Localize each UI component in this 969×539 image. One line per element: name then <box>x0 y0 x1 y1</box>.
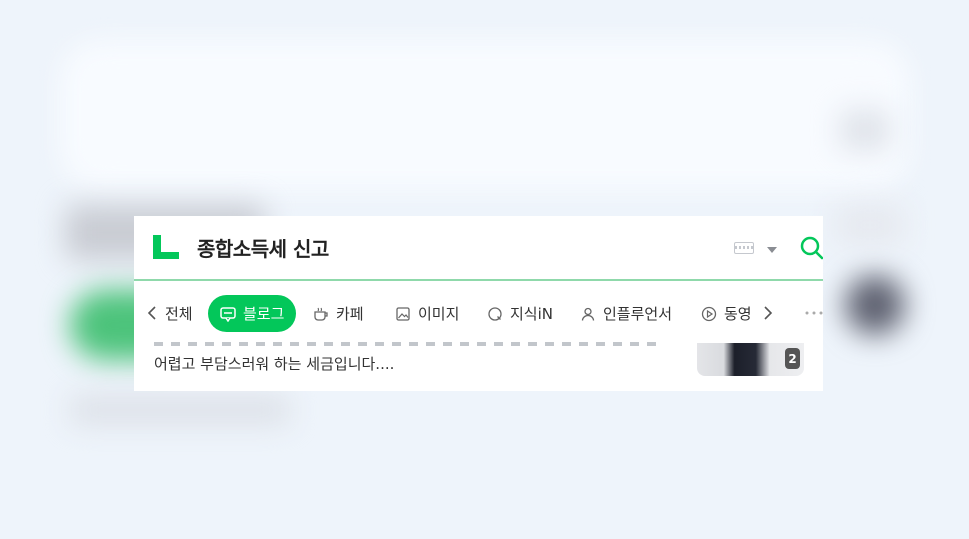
keyboard-icon[interactable] <box>734 242 754 254</box>
tab-kin[interactable]: 지식iN <box>487 295 553 332</box>
tab-blog[interactable]: 블로그 <box>208 295 297 332</box>
tab-label: 동영 <box>724 305 752 323</box>
tab-influencer[interactable]: 인플루언서 <box>580 295 672 332</box>
image-icon <box>396 306 410 321</box>
more-icon[interactable] <box>805 311 823 315</box>
result-thumbnail[interactable]: 2 <box>697 343 804 376</box>
search-tabs: 전체 블로그 카페 이미지 지식iN 인플루언서 동영 <box>134 281 823 343</box>
cafe-cup-icon <box>314 307 328 321</box>
tab-label: 카페 <box>336 305 364 323</box>
person-icon <box>581 307 595 321</box>
tab-image[interactable]: 이미지 <box>395 295 459 332</box>
tab-label: 인플루언서 <box>603 305 673 323</box>
search-result-card: 종합소득세 신고 전체 블로그 카페 이미지 지식iN 인플루언서 동영 어렵고… <box>134 216 823 391</box>
tab-all[interactable]: 전체 <box>165 295 193 332</box>
chevron-left-icon[interactable] <box>147 304 157 322</box>
tab-cafe[interactable]: 카페 <box>313 295 364 332</box>
tab-label: 블로그 <box>243 305 285 323</box>
result-snippet[interactable]: 어렵고 부담스러워 하는 세금입니다.... <box>154 353 394 374</box>
tab-video[interactable]: 동영 <box>701 295 752 332</box>
kin-icon <box>488 306 502 321</box>
play-icon <box>701 306 717 321</box>
tab-label: 이미지 <box>418 305 460 323</box>
tab-label: 지식iN <box>510 305 553 323</box>
tab-label: 전체 <box>165 305 193 323</box>
search-query[interactable]: 종합소득세 신고 <box>197 233 329 262</box>
blog-icon <box>220 306 236 322</box>
search-bar: 종합소득세 신고 <box>134 216 823 281</box>
search-icon[interactable] <box>800 236 823 262</box>
caret-down-icon[interactable] <box>767 247 777 253</box>
clipped-text-line <box>154 342 664 346</box>
naver-logo[interactable] <box>153 235 179 259</box>
thumbnail-count-badge: 2 <box>785 348 800 369</box>
chevron-right-icon[interactable] <box>763 304 773 322</box>
